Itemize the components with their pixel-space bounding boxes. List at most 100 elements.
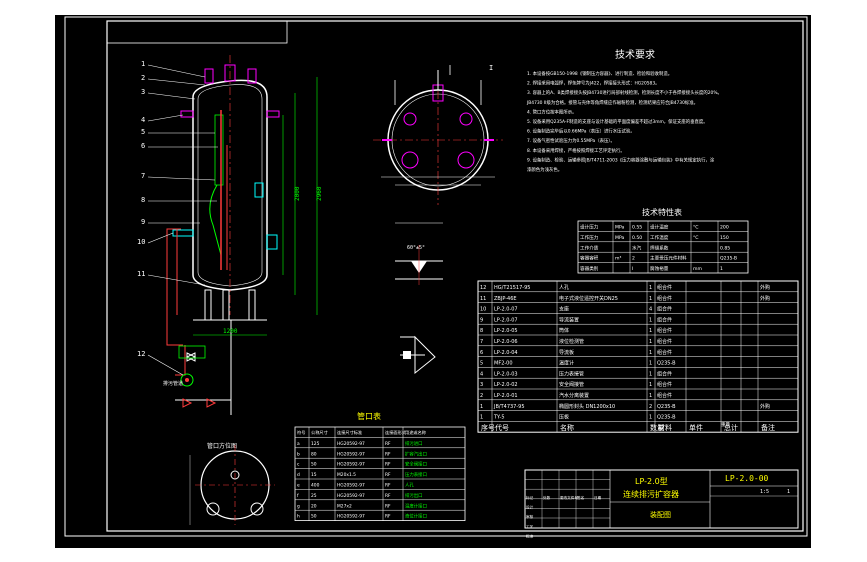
parts-cell: 组合件	[657, 338, 672, 345]
parts-cell: 1	[649, 415, 652, 421]
tech-table-cell: °C	[693, 225, 699, 231]
parts-cell: 导流装置	[559, 316, 579, 323]
nozzle-header: 连接面形式	[385, 429, 407, 436]
tech-req-line: 4. 管口方位按本图所示。	[527, 108, 577, 115]
nozzle-cell: 25	[311, 493, 317, 499]
parts-cell: Q235-B	[657, 415, 676, 421]
parts-cell: 8	[480, 328, 483, 334]
tech-table-cell: 0.55	[632, 225, 642, 231]
parts-cell: 压力表接管	[559, 370, 584, 377]
tech-table-title: 技术特性表	[642, 207, 682, 217]
tech-table-cell: mm	[693, 267, 702, 272]
parts-cell: 10	[480, 307, 486, 313]
nozzle-cell: d	[297, 472, 300, 478]
tech-table-cell: 水汽	[632, 244, 642, 251]
detail-marker: I	[489, 64, 493, 72]
tech-req-title: 技术要求	[615, 48, 655, 61]
parts-cell: LP-2.0-06	[494, 339, 518, 345]
callout-7: 7	[141, 172, 145, 180]
drawing-type: 装配图	[650, 510, 671, 519]
parts-cell: LP-2.0-01	[494, 393, 518, 399]
parts-cell: 1	[649, 371, 652, 377]
nozzle-cell: 400	[311, 483, 320, 489]
parts-cell: 组合件	[657, 381, 672, 388]
nozzle-cell: 125	[311, 441, 320, 447]
parts-cell: 1	[649, 339, 652, 345]
product-model: LP-2.0型	[635, 477, 668, 486]
parts-cell: 外购	[760, 284, 770, 291]
tech-table-cell: I	[632, 266, 633, 272]
parts-cell: 组合件	[657, 370, 672, 377]
parts-header: 代号	[495, 423, 509, 432]
parts-header: 备注	[761, 423, 775, 432]
parts-cell: 1	[649, 393, 652, 399]
callout-3: 3	[141, 88, 145, 96]
parts-cell: LP-2.0-05	[494, 328, 518, 334]
parts-cell: LP-2.0-07	[494, 317, 518, 323]
tech-table-cell: 容器容积	[580, 255, 599, 262]
parts-cell: 12	[480, 285, 486, 291]
tech-table-cell: 容器类别	[580, 265, 599, 272]
nozzle-cell: f	[297, 493, 299, 499]
tech-table-cell: 焊缝系数	[650, 244, 669, 251]
parts-cell: 1	[649, 317, 652, 323]
title-grid-label: 日期	[594, 495, 602, 500]
callout-11: 11	[137, 270, 145, 278]
drawing-number: LP-2.0-00	[725, 474, 769, 483]
nozzle-cell: RF	[385, 493, 391, 499]
title-grid-label: 批准	[526, 533, 534, 538]
parts-cell: 6	[480, 350, 483, 356]
parts-cell: 1	[649, 350, 652, 356]
parts-cell: 汽水分离装置	[559, 392, 589, 399]
parts-cell: Q235-B	[657, 361, 676, 367]
nozzle-cell: 安全阀接口	[405, 461, 427, 468]
nozzle-cell: g	[297, 504, 300, 509]
nozzle-cell: h	[297, 514, 300, 520]
parts-cell: 2	[649, 404, 652, 410]
nozzle-orientation-view: 管口方位图	[189, 442, 275, 525]
tech-table-cell: 主要受压元件材料	[650, 255, 687, 262]
callout-10: 10	[137, 238, 145, 246]
nozzle-cell: RF	[385, 472, 391, 478]
parts-cell: HG/T21517-95	[494, 285, 530, 291]
parts-cell: 外购	[760, 403, 770, 410]
callout-6: 6	[141, 142, 145, 150]
callout-5: 5	[141, 128, 145, 136]
valve-note: 排污管道	[163, 380, 183, 387]
parts-header: 单件	[689, 423, 703, 432]
nozzle-header: 用途或名称	[405, 429, 426, 436]
parts-cell: ZBJP-46E	[494, 296, 517, 302]
parts-cell: 9	[480, 317, 483, 323]
nozzle-cell: RF	[385, 503, 391, 509]
parts-cell: 2	[480, 393, 483, 399]
sheet-number: 1	[787, 489, 790, 495]
scale-value: 1:5	[760, 489, 769, 495]
nozzle-cell: 温度计接口	[405, 502, 427, 509]
tech-table-cell: 0.50	[632, 235, 642, 241]
title-block: 标记 处数 更改文件号 签名 日期设计审核工艺批准 LP-2.0型连续排污扩容器装配图 LP…	[524, 469, 799, 538]
product-name: 连续排污扩容器	[623, 489, 679, 499]
parts-cell: MF2-00	[494, 361, 513, 367]
nozzle-cell: HG20592-97	[337, 483, 365, 489]
parts-cell: 1	[480, 415, 483, 421]
nozzle-cell: RF	[385, 483, 391, 489]
nozzle-cell: M27x2	[337, 503, 352, 509]
parts-cell: 5	[480, 361, 483, 367]
nozzle-cell: HG20592-97	[337, 493, 365, 499]
weld-detail: 60°±5°	[395, 222, 443, 375]
parts-cell: 1	[649, 285, 652, 291]
vessel-elevation: 2960 2000 1200	[166, 55, 323, 415]
parts-cell: 4	[649, 307, 652, 313]
nozzle-cell: e	[297, 484, 300, 489]
nozzle-cell: 50	[311, 462, 317, 468]
parts-cell: 1	[649, 296, 652, 302]
parts-cell: 椭圆形封头 DN1200x10	[559, 403, 615, 410]
tech-req-list: 1. 本设备按GB150-1998《钢制压力容器》、进行制造、检验和验收制造。 2…	[526, 70, 722, 173]
parts-cell: 7	[480, 339, 483, 345]
parts-cell: 人孔	[559, 284, 569, 291]
tech-req-line: 5. 设备采用Q235A-F制造的支座与设计基础的平面度偏差不超过3mm，保证支…	[527, 118, 708, 125]
parts-cell: 组合件	[657, 284, 672, 291]
nozzle-cell: HG20592-97	[337, 441, 365, 447]
tech-req-line: 3. 容器上的A、B类焊接接头按JB4730进行局部射线检测，检测长度不小于各焊…	[527, 89, 722, 96]
callout-8: 8	[141, 196, 145, 204]
